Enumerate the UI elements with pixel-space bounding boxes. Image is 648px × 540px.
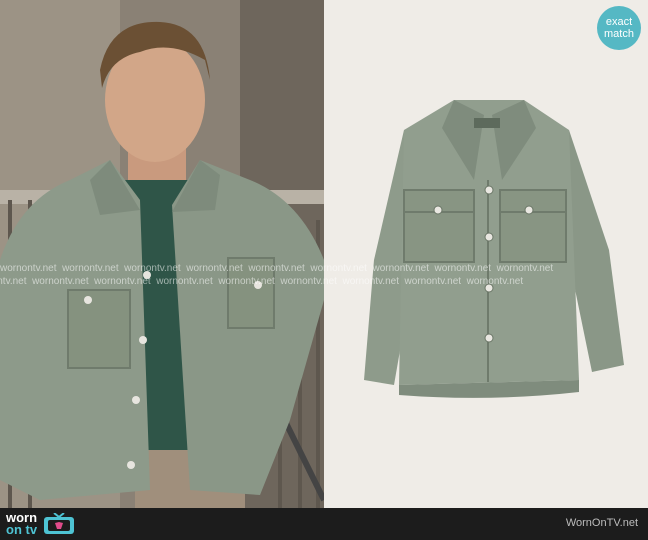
exact-match-badge: exact match	[597, 6, 641, 50]
right-photo-product-jacket	[324, 0, 648, 508]
badge-line1: exact	[605, 16, 633, 28]
footer-bar: worn on tv WornOnTV.net	[0, 508, 648, 540]
tv-icon	[44, 513, 75, 534]
jacket-product-illustration	[324, 0, 648, 508]
logo-text: worn on tv	[6, 510, 38, 537]
left-photo-person-wearing-jacket	[0, 0, 324, 508]
badge-line2: match	[604, 28, 634, 40]
site-name[interactable]: WornOnTV.net	[566, 517, 638, 529]
worn-on-tv-logo[interactable]: worn on tv	[6, 510, 75, 537]
person-illustration	[0, 0, 324, 508]
